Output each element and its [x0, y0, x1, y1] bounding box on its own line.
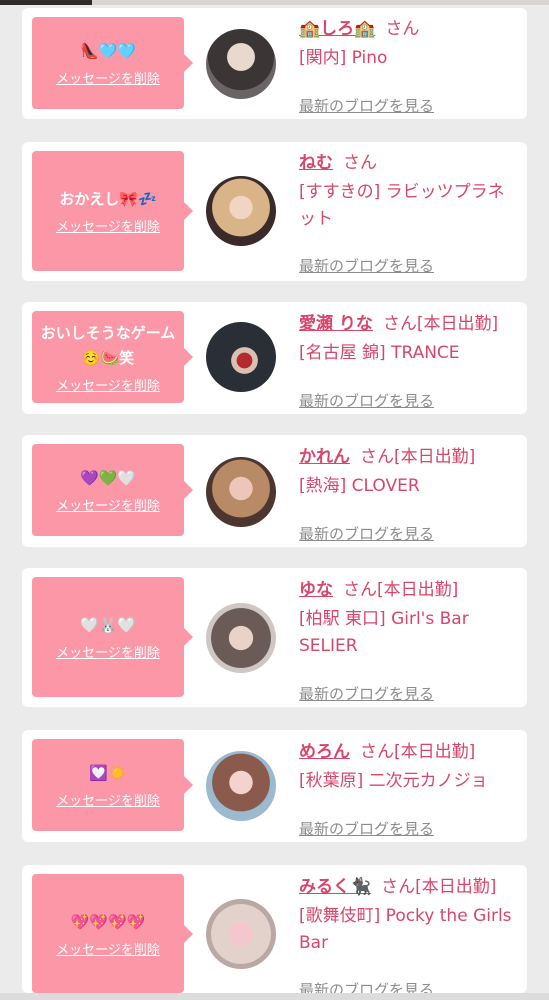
profile-info: めろん さん[本日出勤] [秋葉原] 二次元カノジョ 最新のブログを見る	[299, 739, 521, 838]
avatar[interactable]	[206, 176, 276, 246]
avatar[interactable]	[206, 603, 276, 673]
latest-blog-link[interactable]: 最新のブログを見る	[299, 255, 434, 276]
girl-name-link[interactable]: 🏫しろ🏫	[299, 19, 375, 39]
name-suffix: さん[本日出勤]	[382, 314, 499, 334]
message-card: おかえし🎀💤 メッセージを削除 ねむ さん [すすきの] ラビッツプラネット 最新…	[22, 142, 527, 281]
message-text: 💖💖💖💖	[70, 912, 146, 931]
message-bubble: 👠🩵🩵 メッセージを削除	[32, 17, 193, 109]
name-suffix: さん[本日出勤]	[360, 742, 476, 762]
shop-name: [秋葉原] 二次元カノジョ	[299, 771, 488, 791]
delete-message-link[interactable]: メッセージを削除	[56, 375, 160, 394]
delete-message-link[interactable]: メッセージを削除	[56, 216, 160, 235]
message-bubble: 🤍🐰🤍 メッセージを削除	[32, 577, 193, 697]
latest-blog-link[interactable]: 最新のブログを見る	[299, 390, 434, 411]
girl-name-link[interactable]: 愛瀬 りな	[299, 314, 373, 334]
girl-name-link[interactable]: かれん	[299, 447, 350, 467]
name-line: ねむ さん	[299, 150, 521, 176]
profile-info: 愛瀬 りな さん[本日出勤] [名古屋 錦] TRANCE 最新のブログを見る	[299, 311, 521, 410]
message-text: 💟☀️	[89, 764, 127, 782]
message-text: おいしそうなゲーム☺️🍉笑	[40, 323, 176, 367]
name-line: 愛瀬 りな さん[本日出勤]	[299, 311, 521, 337]
message-bubble: 💜💚🤍 メッセージを削除	[32, 444, 193, 536]
avatar[interactable]	[206, 29, 276, 99]
delete-message-link[interactable]: メッセージを削除	[56, 495, 160, 514]
message-card: 👠🩵🩵 メッセージを削除 🏫しろ🏫 さん [関内] Pino 最新のブログを見る	[22, 8, 527, 119]
name-suffix: さん	[343, 153, 377, 173]
name-suffix: さん[本日出勤]	[343, 580, 459, 600]
bottom-strip	[0, 993, 549, 1000]
latest-blog-link[interactable]: 最新のブログを見る	[299, 683, 434, 704]
name-line: みるく🐈‍⬛ さん[本日出勤]	[299, 874, 521, 900]
name-suffix: さん	[385, 19, 420, 39]
profile-info: ねむ さん [すすきの] ラビッツプラネット 最新のブログを見る	[299, 150, 521, 275]
profile-info: かれん さん[本日出勤] [熱海] CLOVER 最新のブログを見る	[299, 444, 521, 543]
delete-message-link[interactable]: メッセージを削除	[56, 68, 160, 87]
message-bubble: おいしそうなゲーム☺️🍉笑 メッセージを削除	[32, 311, 193, 403]
girl-name-link[interactable]: めろん	[299, 742, 350, 762]
name-line: ゆな さん[本日出勤]	[299, 577, 521, 603]
message-bubble: 💟☀️ メッセージを削除	[32, 739, 193, 831]
top-strip-dark	[0, 0, 92, 5]
delete-message-link[interactable]: メッセージを削除	[56, 642, 160, 661]
latest-blog-link[interactable]: 最新のブログを見る	[299, 95, 434, 116]
name-line: めろん さん[本日出勤]	[299, 739, 521, 765]
girl-name-link[interactable]: ねむ	[299, 153, 333, 173]
profile-info: ゆな さん[本日出勤] [柏駅 東口] Girl's Bar SELIER 最新の…	[299, 577, 521, 703]
shop-name: [柏駅 東口] Girl's Bar SELIER	[299, 609, 469, 656]
latest-blog-link[interactable]: 最新のブログを見る	[299, 523, 434, 544]
name-suffix: さん[本日出勤]	[360, 447, 476, 467]
name-line: かれん さん[本日出勤]	[299, 444, 521, 470]
avatar[interactable]	[206, 899, 276, 969]
avatar[interactable]	[206, 457, 276, 527]
shop-name: [すすきの] ラビッツプラネット	[299, 182, 505, 229]
shop-name: [歌舞伎町] Pocky the Girls Bar	[299, 906, 512, 953]
avatar[interactable]	[206, 751, 276, 821]
shop-name: [関内] Pino	[299, 48, 388, 68]
avatar[interactable]	[206, 322, 276, 392]
message-card: おいしそうなゲーム☺️🍉笑 メッセージを削除 愛瀬 りな さん[本日出勤] [名古…	[22, 302, 527, 414]
message-text: おかえし🎀💤	[59, 190, 157, 208]
message-text: 👠🩵🩵	[79, 42, 137, 60]
message-card: 💜💚🤍 メッセージを削除 かれん さん[本日出勤] [熱海] CLOVER 最新の…	[22, 435, 527, 547]
girl-name-link[interactable]: みるく🐈‍⬛	[299, 877, 371, 897]
message-card: 💖💖💖💖 メッセージを削除 みるく🐈‍⬛ さん[本日出勤] [歌舞伎町] Pock…	[22, 865, 527, 999]
name-line: 🏫しろ🏫 さん	[299, 16, 521, 42]
girl-name-link[interactable]: ゆな	[299, 580, 333, 600]
delete-message-link[interactable]: メッセージを削除	[56, 790, 160, 809]
profile-info: 🏫しろ🏫 さん [関内] Pino 最新のブログを見る	[299, 16, 521, 115]
message-text: 🤍🐰🤍	[79, 616, 137, 634]
name-suffix: さん[本日出勤]	[381, 877, 497, 897]
message-bubble: おかえし🎀💤 メッセージを削除	[32, 151, 193, 271]
shop-name: [熱海] CLOVER	[299, 476, 420, 496]
message-bubble: 💖💖💖💖 メッセージを削除	[32, 874, 193, 993]
delete-message-link[interactable]: メッセージを削除	[56, 939, 160, 958]
shop-name: [名古屋 錦] TRANCE	[299, 343, 460, 363]
message-card: 💟☀️ メッセージを削除 めろん さん[本日出勤] [秋葉原] 二次元カノジョ 最…	[22, 730, 527, 842]
message-text: 💜💚🤍	[79, 469, 137, 487]
latest-blog-link[interactable]: 最新のブログを見る	[299, 818, 434, 839]
message-card: 🤍🐰🤍 メッセージを削除 ゆな さん[本日出勤] [柏駅 東口] Girl's B…	[22, 568, 527, 707]
profile-info: みるく🐈‍⬛ さん[本日出勤] [歌舞伎町] Pocky the Girls Ba…	[299, 874, 521, 999]
top-strip	[0, 0, 549, 5]
